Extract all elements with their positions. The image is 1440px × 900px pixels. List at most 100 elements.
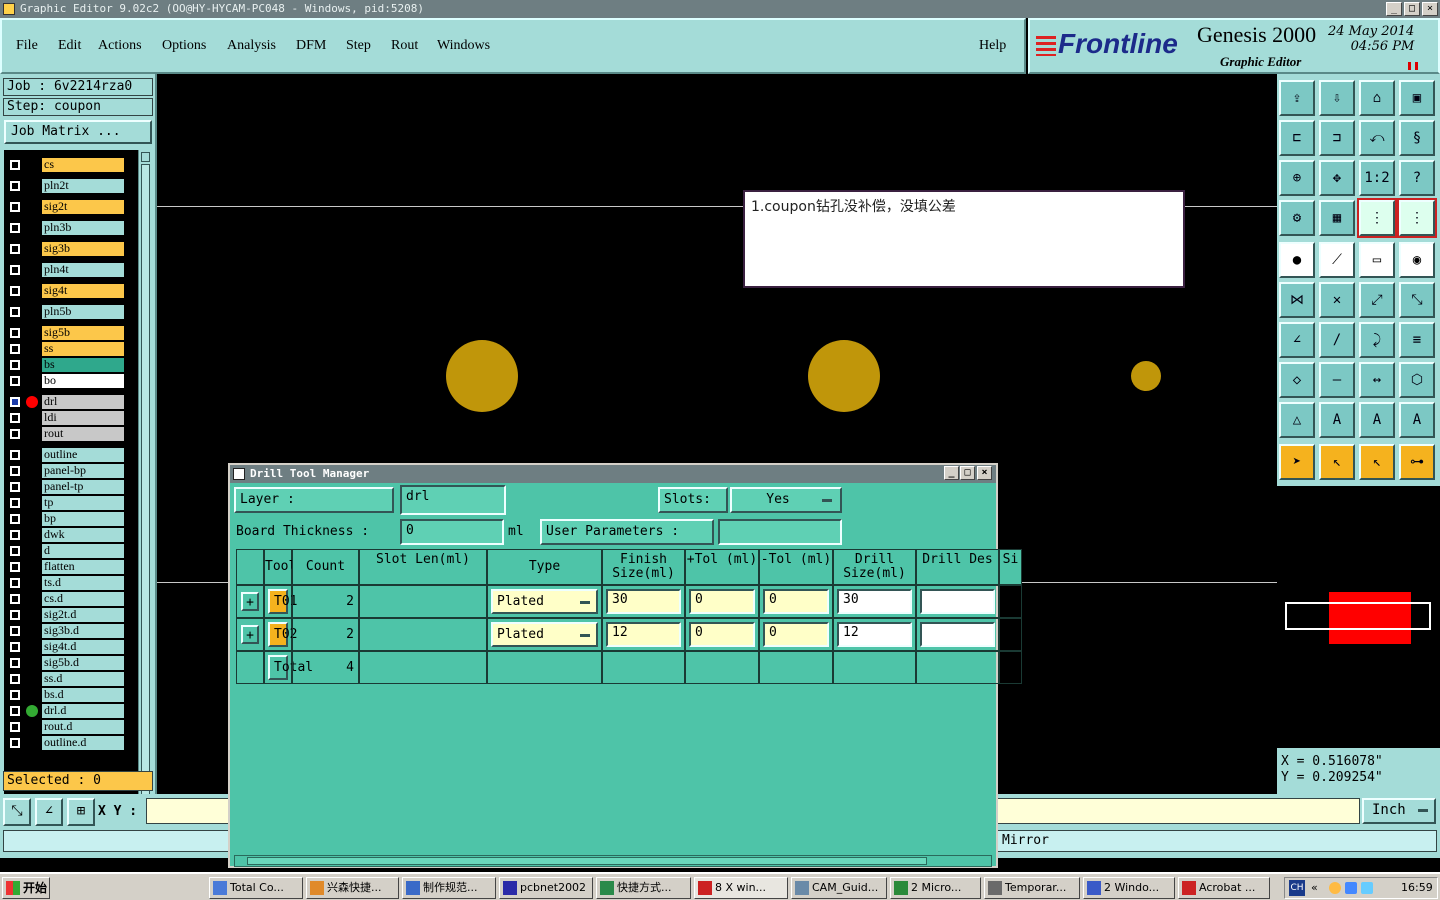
- layer-row-cs[interactable]: cs: [4, 158, 126, 172]
- start-button[interactable]: 开始: [2, 877, 50, 899]
- menu-analysis[interactable]: Analysis: [227, 38, 276, 54]
- angle-icon[interactable]: ∠: [35, 798, 63, 826]
- drill-pad[interactable]: [808, 340, 880, 412]
- select-net-icon[interactable]: ↖: [1359, 444, 1395, 480]
- layer-row-d[interactable]: d: [4, 544, 126, 558]
- layer-name[interactable]: sig5b: [42, 326, 124, 340]
- grid-view-icon[interactable]: ▦: [1319, 200, 1355, 236]
- zoom-back-icon[interactable]: ⤺: [1359, 120, 1395, 156]
- layer-row-sig4t-d[interactable]: sig4t.d: [4, 640, 126, 654]
- layer-name[interactable]: sig3b: [42, 242, 124, 256]
- layer-checkbox[interactable]: [10, 376, 20, 386]
- taskbar-item[interactable]: CAM_Guid...: [791, 877, 887, 899]
- layer-input[interactable]: drl: [400, 485, 506, 515]
- transform-icon[interactable]: ◇: [1279, 362, 1315, 398]
- layer-name[interactable]: ss.d: [42, 672, 124, 686]
- layer-checkbox[interactable]: [10, 562, 20, 572]
- measure-icon[interactable]: ⚙: [1279, 200, 1315, 236]
- layer-checkbox[interactable]: [10, 307, 20, 317]
- layer-name[interactable]: tp: [42, 496, 124, 510]
- taskbar-item[interactable]: 兴森快捷...: [306, 877, 399, 899]
- layer-row-rout-d[interactable]: rout.d: [4, 720, 126, 734]
- tray-icon[interactable]: [1345, 882, 1357, 894]
- layer-name[interactable]: bo: [42, 374, 124, 388]
- layer-checkbox[interactable]: [10, 738, 20, 748]
- layer-checkbox[interactable]: [10, 578, 20, 588]
- layer-row-pln5b[interactable]: pln5b: [4, 305, 126, 319]
- maximize-button[interactable]: □: [1404, 2, 1420, 16]
- layer-name[interactable]: bs.d: [42, 688, 124, 702]
- taskbar-item[interactable]: Temporar...: [984, 877, 1080, 899]
- unit-select[interactable]: Inch: [1362, 798, 1436, 824]
- minimap-viewport[interactable]: [1285, 602, 1431, 630]
- layer-name[interactable]: pln5b: [42, 305, 124, 319]
- menu-edit[interactable]: Edit: [58, 38, 81, 54]
- snap-icon[interactable]: ⋮: [1357, 198, 1397, 238]
- layer-name[interactable]: cs: [42, 158, 124, 172]
- zoom-fit-icon[interactable]: ⤡: [3, 798, 31, 826]
- pointer-icon[interactable]: ➤: [1279, 444, 1315, 480]
- layer-checkbox[interactable]: [10, 265, 20, 275]
- layer-row-pln2t[interactable]: pln2t: [4, 179, 126, 193]
- tray-expand-icon[interactable]: «: [1311, 878, 1318, 898]
- move-icon[interactable]: ⤢: [1359, 282, 1395, 318]
- layer-checkbox[interactable]: [10, 429, 20, 439]
- mini-map[interactable]: [1277, 486, 1440, 748]
- layer-checkbox[interactable]: [10, 530, 20, 540]
- layer-checkbox[interactable]: [10, 674, 20, 684]
- type-select[interactable]: Plated: [491, 589, 598, 614]
- select-pad-icon[interactable]: ●: [1279, 242, 1315, 278]
- layer-checkbox[interactable]: [10, 498, 20, 508]
- job-matrix-button[interactable]: Job Matrix ...: [4, 120, 152, 144]
- layer-row-bs[interactable]: bs: [4, 358, 126, 372]
- delete-icon[interactable]: ✕: [1319, 282, 1355, 318]
- expand-row-button[interactable]: +: [241, 592, 259, 611]
- feature-icon[interactable]: ≡: [1399, 322, 1435, 358]
- layer-row-sig5b[interactable]: sig5b: [4, 326, 126, 340]
- layer-row-panel-tp[interactable]: panel-tp: [4, 480, 126, 494]
- layer-name[interactable]: panel-bp: [42, 464, 124, 478]
- close-button[interactable]: ×: [1422, 2, 1438, 16]
- layer-name[interactable]: drl: [42, 395, 124, 409]
- finish-input[interactable]: 30: [606, 589, 681, 614]
- layer-row-pln4t[interactable]: pln4t: [4, 263, 126, 277]
- menu-dfm[interactable]: DFM: [296, 38, 326, 54]
- layer-name[interactable]: dwk: [42, 528, 124, 542]
- hscroll-thumb[interactable]: [247, 857, 927, 865]
- center-icon[interactable]: ✥: [1319, 160, 1355, 196]
- menu-options[interactable]: Options: [162, 38, 206, 54]
- layer-row-sig5b-d[interactable]: sig5b.d: [4, 656, 126, 670]
- layer-checkbox[interactable]: [10, 642, 20, 652]
- layer-checkbox[interactable]: [10, 722, 20, 732]
- layer-checkbox[interactable]: [10, 706, 20, 716]
- des-input[interactable]: [920, 589, 995, 614]
- layer-name[interactable]: sig4t: [42, 284, 124, 298]
- menu-windows[interactable]: Windows: [437, 38, 490, 54]
- drill-input[interactable]: 30: [837, 589, 912, 614]
- minimize-button[interactable]: _: [1386, 2, 1402, 16]
- ruler-icon[interactable]: ▭: [1359, 242, 1395, 278]
- layer-row-ss[interactable]: ss: [4, 342, 126, 356]
- layer-row-cs-d[interactable]: cs.d: [4, 592, 126, 606]
- layer-name[interactable]: panel-tp: [42, 480, 124, 494]
- copy-icon[interactable]: ⤡: [1399, 282, 1435, 318]
- layer-checkbox[interactable]: [10, 202, 20, 212]
- layer-name[interactable]: outline.d: [42, 736, 124, 750]
- layer-row-bs-d[interactable]: bs.d: [4, 688, 126, 702]
- layer-name[interactable]: rout.d: [42, 720, 124, 734]
- layer-row-rout[interactable]: rout: [4, 427, 126, 441]
- minus-icon[interactable]: —: [1319, 362, 1355, 398]
- layer-checkbox[interactable]: [10, 244, 20, 254]
- layer-checkbox[interactable]: [10, 344, 20, 354]
- type-select[interactable]: Plated: [491, 622, 598, 647]
- layout-icon[interactable]: ▣: [1399, 80, 1435, 116]
- layer-name[interactable]: drl.d: [42, 704, 124, 718]
- layer-checkbox[interactable]: [10, 397, 20, 407]
- polygon-icon[interactable]: A: [1319, 402, 1355, 438]
- pause-icon[interactable]: [1408, 62, 1418, 70]
- mtol-input[interactable]: 0: [763, 622, 829, 647]
- layer-checkbox[interactable]: [10, 286, 20, 296]
- scroll-thumb[interactable]: [141, 164, 150, 824]
- dialog-minimize-button[interactable]: _: [944, 466, 959, 480]
- taskbar-item[interactable]: 制作规范...: [402, 877, 496, 899]
